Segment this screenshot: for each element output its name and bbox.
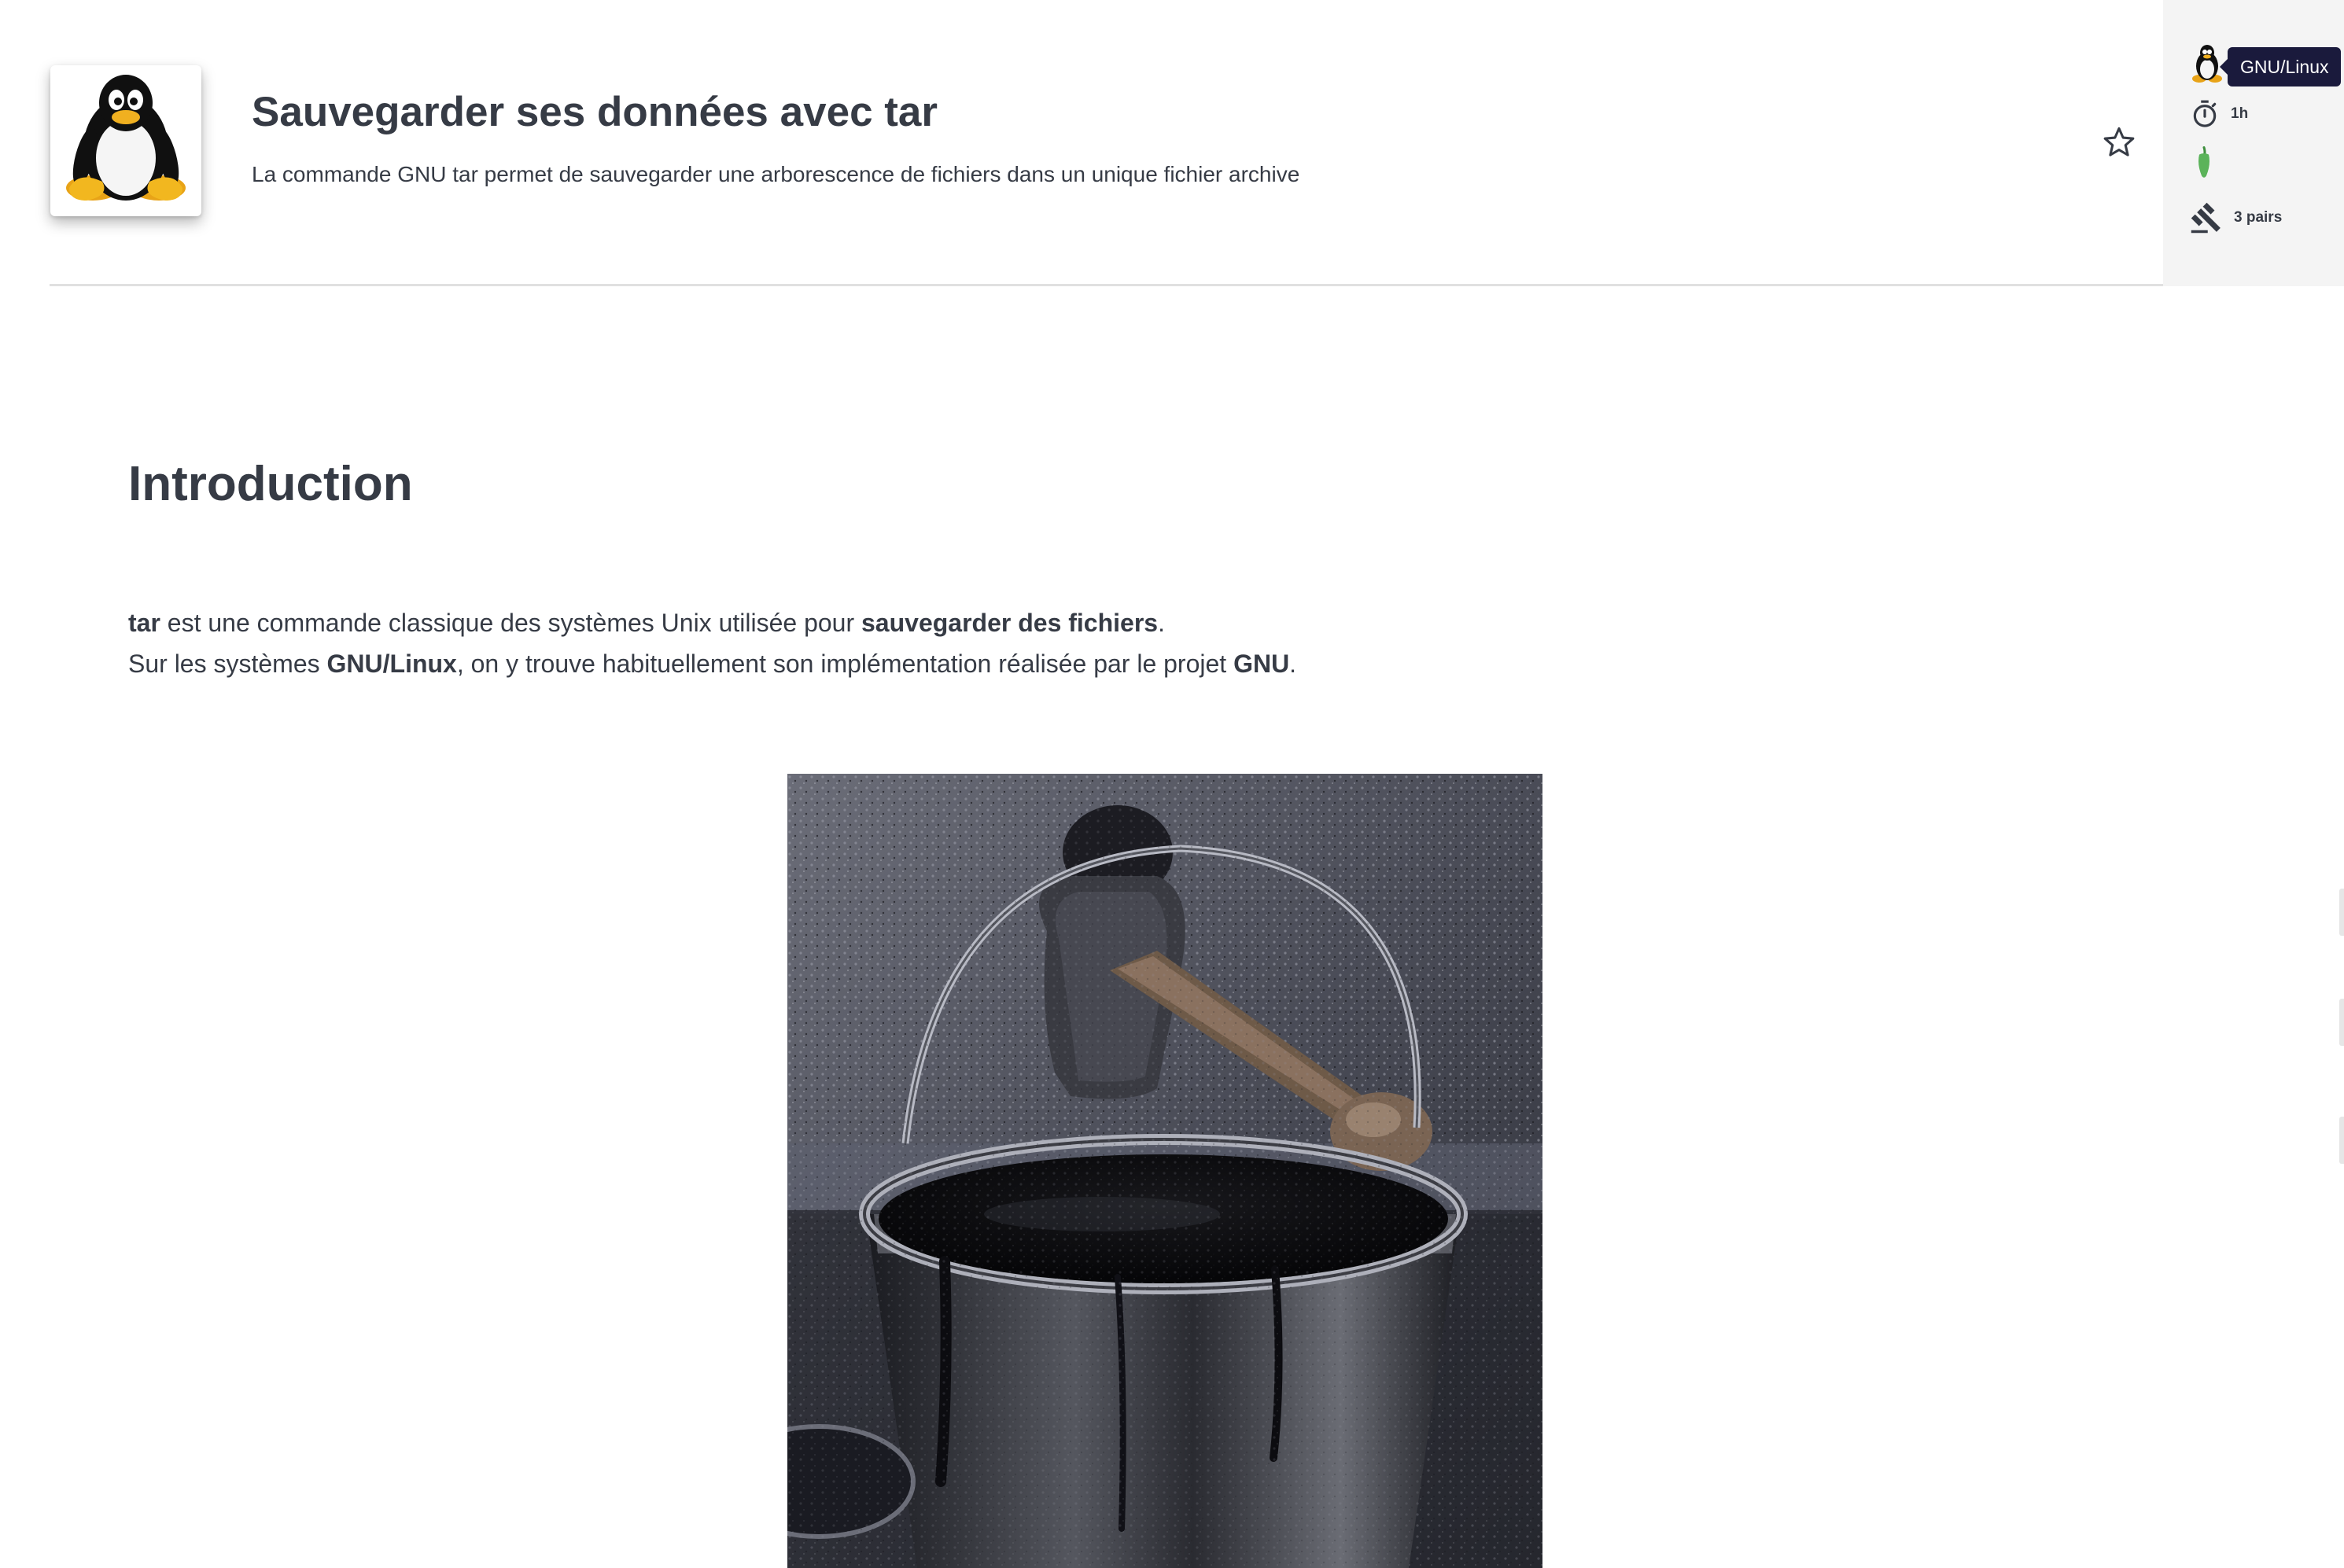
difficulty-item [2190, 145, 2218, 181]
course-meta-panel: 1h 3 pairs [2163, 0, 2344, 286]
intro-paragraph-1: tar est une commande classique des systè… [128, 609, 1165, 638]
tar-bucket-illustration [787, 774, 1542, 1568]
tux-penguin-icon [66, 75, 186, 201]
course-description: La commande GNU tar permet de sauvegarde… [252, 162, 1300, 186]
page: Sauvegarder ses données avec tar La comm… [0, 0, 2344, 1568]
text: est une commande classique des systèmes … [160, 609, 861, 637]
section-heading: Introduction [128, 457, 413, 511]
course-logo [50, 65, 201, 216]
duration-text: 1h [2231, 105, 2249, 122]
scroll-edge-mark [2339, 999, 2344, 1046]
text: , on y trouve habituellement son impléme… [456, 650, 1234, 678]
stopwatch-icon [2193, 100, 2217, 127]
scroll-edge-mark [2339, 889, 2344, 936]
header-divider [50, 284, 2163, 286]
green-pepper-icon [2198, 146, 2209, 178]
intro-paragraph-2: Sur les systèmes GNU/Linux, on y trouve … [128, 650, 1296, 679]
course-title: Sauvegarder ses données avec tar [252, 89, 938, 135]
bold-text: GNU [1233, 650, 1290, 678]
bold-text: sauvegarder des fichiers [861, 609, 1159, 637]
duration-item: 1h [2190, 99, 2248, 129]
favorite-button[interactable] [2097, 120, 2141, 164]
bold-text: GNU/Linux [326, 650, 457, 678]
tar-bucket-photo [787, 774, 1542, 1568]
bold-text: tar [128, 609, 160, 637]
gavel-icon [2191, 202, 2221, 234]
reviews-text: 3 pairs [2234, 209, 2283, 226]
scroll-edge-mark [2339, 1117, 2344, 1164]
course-header: Sauvegarder ses données avec tar La comm… [0, 0, 2163, 286]
text: . [1289, 650, 1297, 678]
star-outline-icon [2103, 127, 2135, 156]
category-tooltip: GNU/Linux [2219, 47, 2342, 86]
text: . [1158, 609, 1165, 637]
reviews-item: 3 pairs [2190, 201, 2282, 234]
text: Sur les systèmes [128, 650, 327, 678]
